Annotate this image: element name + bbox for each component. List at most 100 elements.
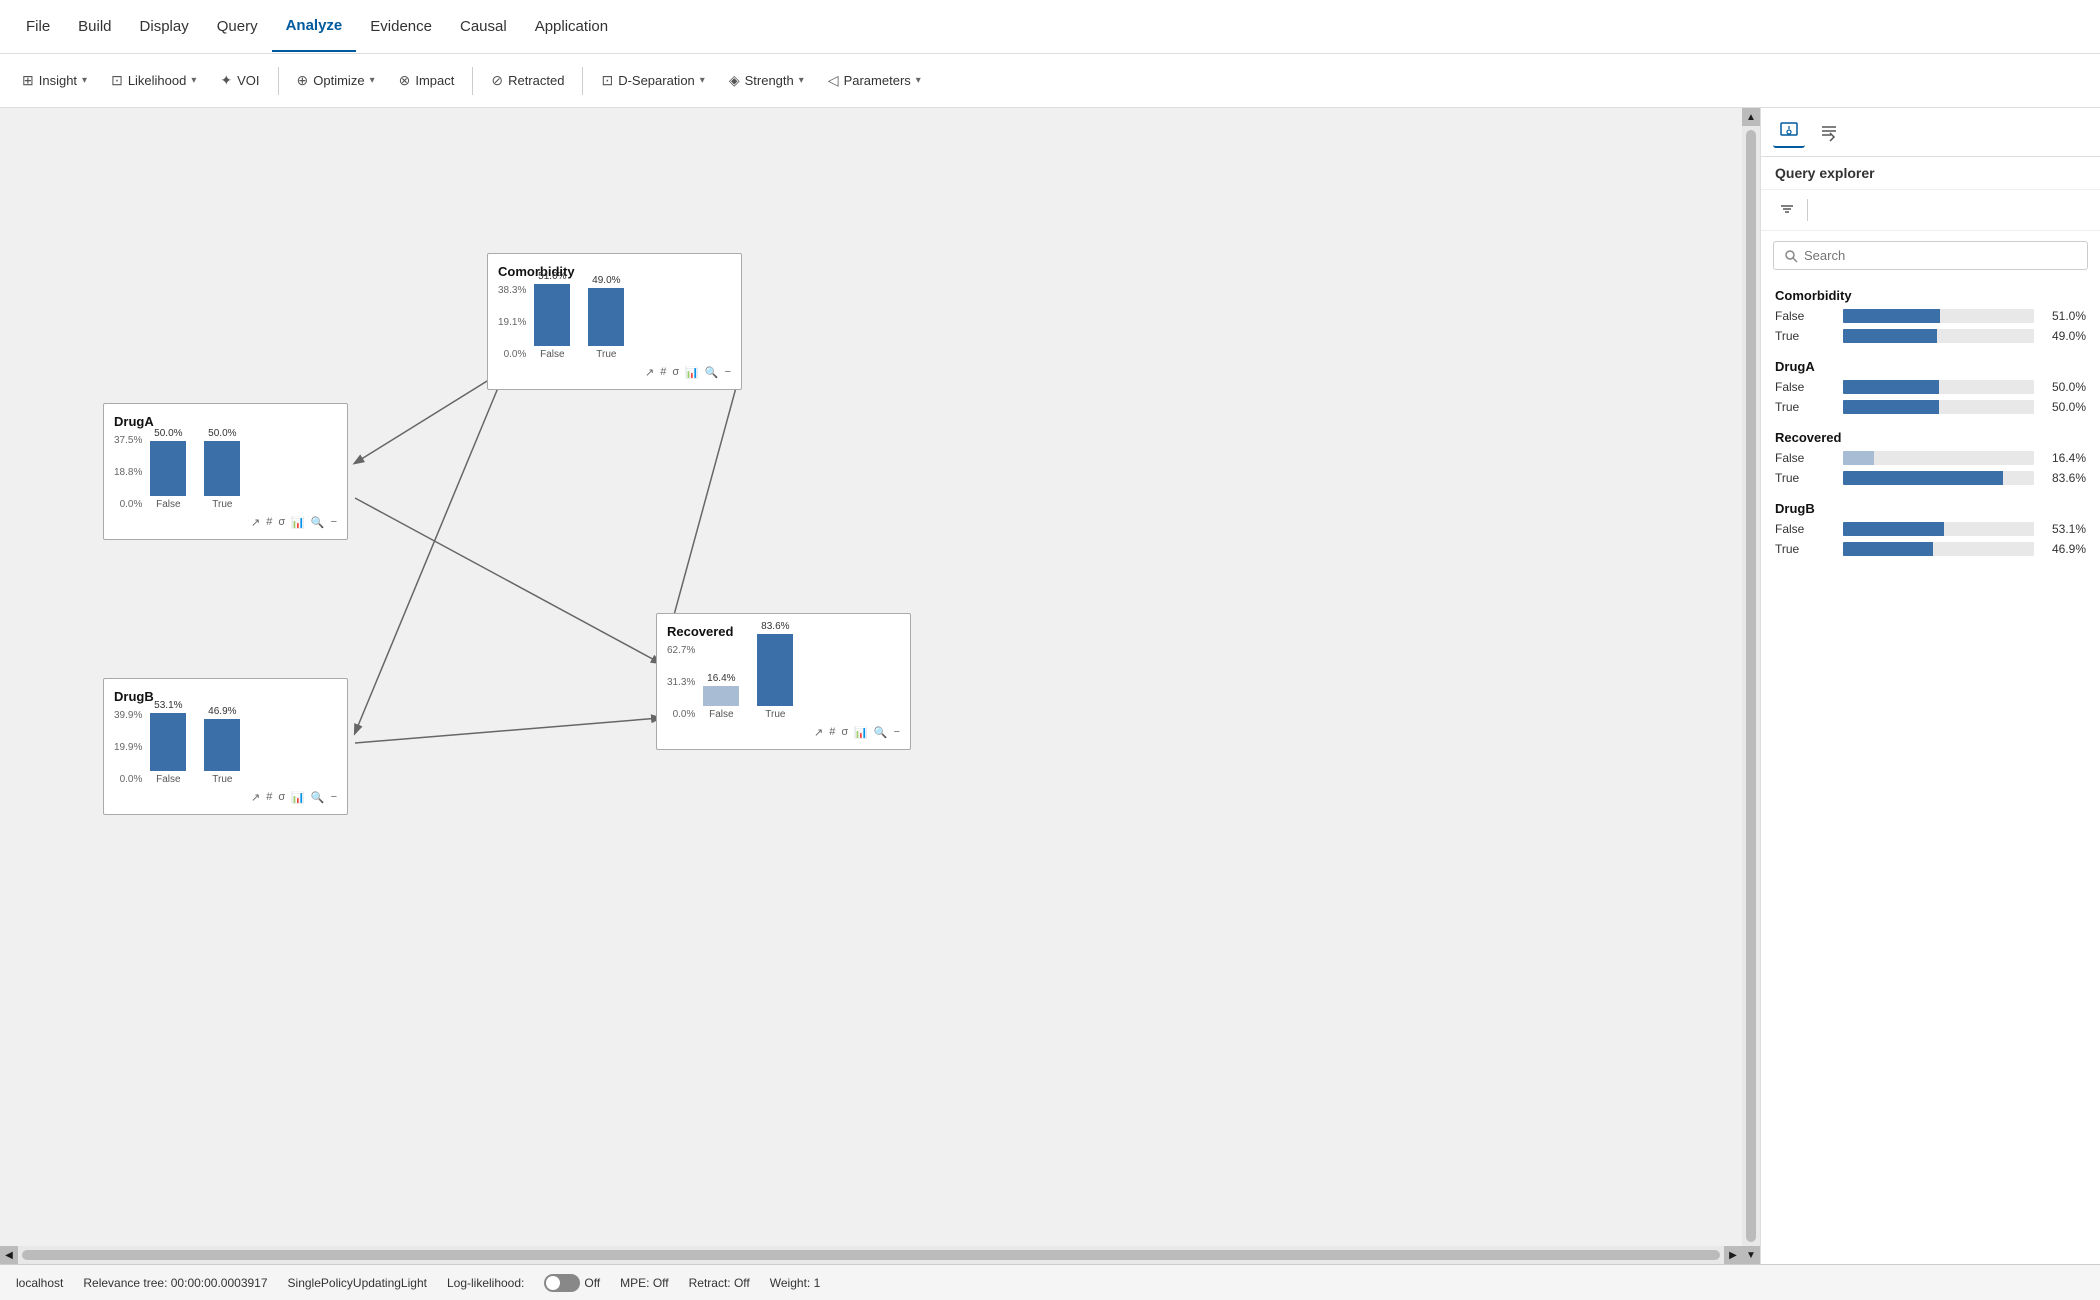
comorbidity-sigma-icon[interactable]: σ — [672, 366, 679, 379]
comorbidity-true-bar — [1843, 329, 2034, 343]
toolbar-strength[interactable]: ◈ Strength ▾ — [719, 66, 814, 95]
toolbar-voi[interactable]: ✦ VOI — [210, 66, 269, 95]
recovered-grid-icon[interactable]: # — [829, 726, 835, 739]
node-list: Comorbidity False 51.0% True 49.0% — [1761, 280, 2100, 1264]
druga-grid-icon[interactable]: # — [266, 516, 272, 529]
toolbar-insight[interactable]: ⊞ Insight ▾ — [12, 66, 97, 95]
comorbidity-node: Comorbidity 38.3% 19.1% 0.0% 51.0% False… — [487, 253, 742, 390]
drugb-minus-icon[interactable]: − — [331, 791, 337, 804]
impact-icon: ⊗ — [399, 72, 411, 89]
drugb-bar-false: 53.1% False — [150, 700, 186, 785]
recovered-sigma-icon[interactable]: σ — [841, 726, 848, 739]
recovered-chart-icon[interactable]: 📊 — [854, 726, 868, 739]
menu-causal[interactable]: Causal — [446, 2, 521, 51]
comorbidity-false-bar — [1843, 309, 2034, 323]
monitor-query-icon — [1779, 121, 1799, 141]
horizontal-scrollbar[interactable]: ◀ ▶ — [0, 1246, 1742, 1264]
recovered-group: Recovered False 16.4% True 83.6% — [1775, 430, 2086, 487]
recovered-search-icon[interactable]: 🔍 — [874, 726, 888, 739]
status-weight: Weight: 1 — [770, 1276, 820, 1290]
insight-icon: ⊞ — [22, 72, 34, 89]
comorbidity-true-row: True 49.0% — [1775, 327, 2086, 345]
drugb-true-row: True 46.9% — [1775, 540, 2086, 558]
druga-search-icon[interactable]: 🔍 — [311, 516, 325, 529]
sort-btn[interactable] — [1773, 196, 1801, 224]
menu-application[interactable]: Application — [521, 2, 622, 51]
comorbidity-toolbar: ↗ # σ 📊 🔍 − — [498, 366, 731, 379]
hscroll-thumb[interactable] — [22, 1250, 1720, 1260]
drugb-true-bar — [1843, 542, 2034, 556]
menu-evidence[interactable]: Evidence — [356, 2, 446, 51]
parameters-chevron: ▾ — [916, 75, 921, 86]
toolbar-impact[interactable]: ⊗ Impact — [389, 66, 465, 95]
druga-chart-icon[interactable]: 📊 — [291, 516, 305, 529]
dseparation-icon: ⊡ — [601, 72, 613, 89]
toolbar-parameters[interactable]: ◁ Parameters ▾ — [818, 66, 931, 95]
drugb-false-row: False 53.1% — [1775, 520, 2086, 538]
drugb-node: DrugB 39.9% 19.9% 0.0% 53.1% False 46.9% — [103, 678, 348, 815]
scroll-left-btn[interactable]: ◀ — [0, 1246, 18, 1264]
menu-analyze[interactable]: Analyze — [272, 1, 357, 52]
drugb-chart-icon[interactable]: 📊 — [291, 791, 305, 804]
comorbidity-chart-icon[interactable]: 📊 — [685, 366, 699, 379]
toolbar-dseparation[interactable]: ⊡ D-Separation ▾ — [591, 66, 714, 95]
druga-title: DrugA — [114, 414, 337, 429]
comorbidity-minus-icon[interactable]: − — [725, 366, 731, 379]
comorbidity-expand-icon[interactable]: ↗ — [645, 366, 654, 379]
drugb-grid-icon[interactable]: # — [266, 791, 272, 804]
druga-expand-icon[interactable]: ↗ — [251, 516, 260, 529]
drugb-sigma-icon[interactable]: σ — [278, 791, 285, 804]
query-explorer-icon-btn[interactable] — [1773, 116, 1805, 148]
scroll-thumb[interactable] — [1746, 130, 1756, 1242]
recovered-false-row: False 16.4% — [1775, 449, 2086, 467]
sep-2 — [472, 67, 473, 95]
menu-query[interactable]: Query — [203, 2, 272, 51]
recovered-node: Recovered 62.7% 31.3% 0.0% 16.4% False 8… — [656, 613, 911, 750]
vertical-scrollbar[interactable]: ▲ ▼ — [1742, 108, 1760, 1264]
sep-3 — [582, 67, 583, 95]
menu-file[interactable]: File — [12, 2, 64, 51]
menu-display[interactable]: Display — [126, 2, 203, 51]
comorbidity-bar-false: 51.0% False — [534, 271, 570, 360]
search-input[interactable] — [1804, 248, 2077, 263]
optimize-icon: ⊕ — [297, 72, 309, 89]
recovered-expand-icon[interactable]: ↗ — [814, 726, 823, 739]
drugb-group-title: DrugB — [1775, 501, 2086, 516]
status-loglikelihood: Log-likelihood: — [447, 1276, 524, 1290]
toolbar-likelihood[interactable]: ⊡ Likelihood ▾ — [101, 66, 206, 95]
drugb-expand-icon[interactable]: ↗ — [251, 791, 260, 804]
druga-false-bar — [1843, 380, 2034, 394]
toggle-pill[interactable] — [544, 1274, 580, 1292]
canvas[interactable]: Comorbidity 38.3% 19.1% 0.0% 51.0% False… — [0, 108, 1760, 1264]
comorbidity-search-icon[interactable]: 🔍 — [705, 366, 719, 379]
druga-sigma-icon[interactable]: σ — [278, 516, 285, 529]
druga-bar-true: 50.0% True — [204, 428, 240, 510]
voi-icon: ✦ — [220, 72, 232, 89]
strength-chevron: ▾ — [799, 75, 804, 86]
retracted-icon: ⊘ — [491, 72, 503, 89]
drugb-false-bar — [1843, 522, 2034, 536]
comorbidity-false-row: False 51.0% — [1775, 307, 2086, 325]
druga-minus-icon[interactable]: − — [331, 516, 337, 529]
toolbar-optimize[interactable]: ⊕ Optimize ▾ — [287, 66, 385, 95]
list-query-icon-btn[interactable] — [1813, 116, 1845, 148]
likelihood-icon: ⊡ — [111, 72, 123, 89]
drugb-toolbar: ↗ # σ 📊 🔍 − — [114, 791, 337, 804]
parameters-icon: ◁ — [828, 72, 839, 89]
drugb-group: DrugB False 53.1% True 46.9% — [1775, 501, 2086, 558]
status-retract: Retract: Off — [689, 1276, 750, 1290]
druga-false-row: False 50.0% — [1775, 378, 2086, 396]
scroll-down-btn[interactable]: ▼ — [1742, 1246, 1760, 1264]
insight-chevron: ▾ — [82, 75, 87, 86]
scroll-up-btn[interactable]: ▲ — [1742, 108, 1760, 126]
recovered-bar-false: 16.4% False — [703, 673, 739, 720]
comorbidity-grid-icon[interactable]: # — [660, 366, 666, 379]
comorbidity-group: Comorbidity False 51.0% True 49.0% — [1775, 288, 2086, 345]
drugb-search-icon[interactable]: 🔍 — [311, 791, 325, 804]
toolbar-retracted[interactable]: ⊘ Retracted — [481, 66, 574, 95]
log-likelihood-toggle[interactable]: Off — [544, 1274, 600, 1292]
recovered-minus-icon[interactable]: − — [894, 726, 900, 739]
scroll-right-btn[interactable]: ▶ — [1724, 1246, 1742, 1264]
panel-header — [1761, 108, 2100, 157]
menu-build[interactable]: Build — [64, 2, 125, 51]
